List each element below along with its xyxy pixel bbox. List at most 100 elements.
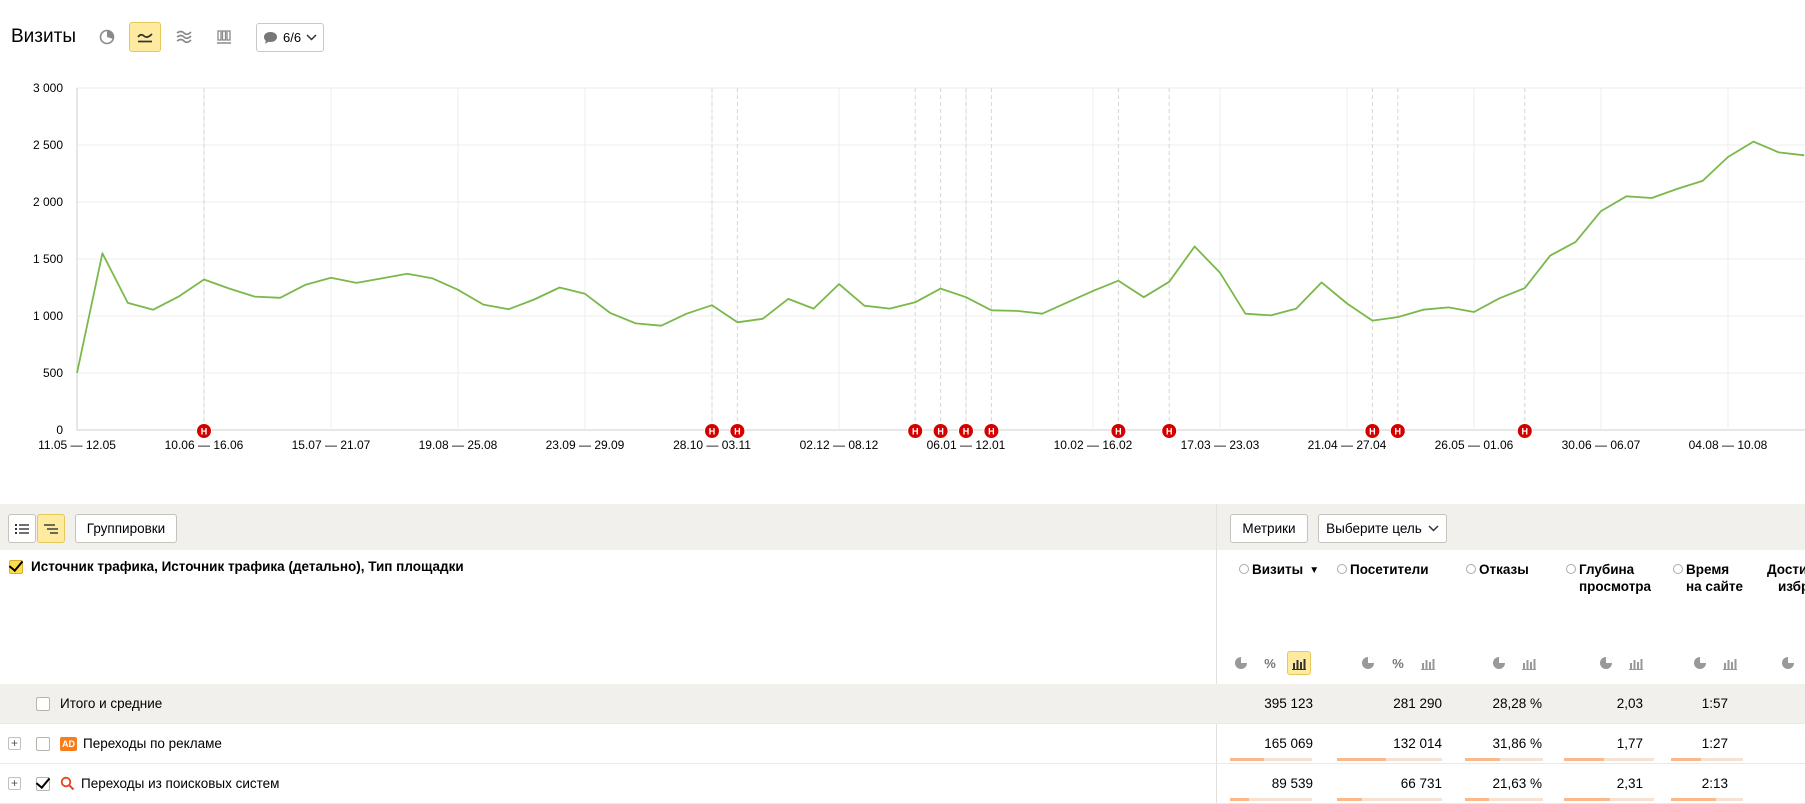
list-view-button[interactable] bbox=[8, 514, 36, 543]
select-all-checkbox[interactable] bbox=[9, 560, 23, 574]
pie-view-icon[interactable] bbox=[1356, 651, 1380, 675]
tree-icon bbox=[44, 523, 58, 535]
row-checkbox[interactable] bbox=[36, 777, 50, 791]
row-checkbox[interactable] bbox=[36, 697, 50, 711]
help-icon[interactable] bbox=[1566, 564, 1576, 574]
x-tick-label: 10.02 — 16.02 bbox=[1054, 438, 1133, 452]
row-label: Переходы по рекламе bbox=[83, 736, 222, 751]
percent-view-icon[interactable]: % bbox=[1258, 651, 1282, 675]
notes-count: 6/6 bbox=[283, 30, 301, 45]
annotation-marker-label: Н bbox=[709, 427, 716, 437]
cell-depth: 1,77 bbox=[1617, 736, 1643, 751]
report-toolbar bbox=[0, 504, 1805, 550]
row-checkbox[interactable] bbox=[36, 737, 50, 751]
pie-view-icon[interactable] bbox=[1487, 651, 1511, 675]
cell-time: 2:13 bbox=[1702, 776, 1728, 791]
ad-icon: AD bbox=[60, 737, 77, 751]
pie-view-icon[interactable] bbox=[1594, 651, 1618, 675]
help-icon[interactable] bbox=[1337, 564, 1347, 574]
table-row-total[interactable]: Итого и средние 395 123 281 290 28,28 % … bbox=[0, 684, 1805, 724]
row-label: Итого и средние bbox=[60, 696, 162, 711]
cell-visitors: 281 290 bbox=[1393, 696, 1442, 711]
annotation-marker-label: Н bbox=[912, 427, 919, 437]
column-header-depth[interactable]: Глубинапросмотра bbox=[1566, 561, 1651, 595]
cell-visitors: 132 014 bbox=[1393, 736, 1442, 751]
dimension-header-label: Источник трафика, Источник трафика (дета… bbox=[31, 559, 464, 574]
column-header-goals[interactable]: Достиизбр bbox=[1767, 561, 1805, 595]
stacked-area-button[interactable] bbox=[168, 22, 200, 52]
pie-view-icon[interactable] bbox=[1229, 651, 1253, 675]
tree-view-button[interactable] bbox=[37, 514, 65, 543]
sort-desc-icon: ▼ bbox=[1309, 562, 1319, 579]
bar-view-icon[interactable] bbox=[1718, 651, 1742, 675]
annotation-marker-label: Н bbox=[1522, 427, 1529, 437]
x-tick-label: 04.08 — 10.08 bbox=[1689, 438, 1768, 452]
chevron-down-icon bbox=[306, 34, 317, 41]
y-tick-label: 2 000 bbox=[33, 195, 63, 209]
cell-visits: 165 069 bbox=[1264, 736, 1313, 751]
bar-view-icon[interactable] bbox=[1416, 651, 1440, 675]
report-header: Визиты 6/6 bbox=[0, 0, 1805, 70]
cell-visitors: 66 731 bbox=[1401, 776, 1442, 791]
column-header-time[interactable]: Времяна сайте bbox=[1673, 561, 1743, 595]
share-bar-fill bbox=[1337, 798, 1362, 801]
x-tick-label: 17.03 — 23.03 bbox=[1181, 438, 1260, 452]
expand-button[interactable]: + bbox=[8, 777, 21, 790]
x-tick-label: 30.06 — 06.07 bbox=[1562, 438, 1641, 452]
x-tick-label: 10.06 — 16.06 bbox=[165, 438, 244, 452]
y-tick-label: 3 000 bbox=[33, 81, 63, 95]
bar-view-icon[interactable] bbox=[1624, 651, 1648, 675]
annotation-marker-label: Н bbox=[1115, 427, 1122, 437]
bar-chart-button[interactable] bbox=[208, 22, 240, 52]
x-tick-label: 02.12 — 08.12 bbox=[800, 438, 879, 452]
share-bar-fill bbox=[1230, 798, 1249, 801]
annotation-marker-label: Н bbox=[1166, 427, 1173, 437]
help-icon[interactable] bbox=[1673, 564, 1683, 574]
column-header-visits[interactable]: Визиты ▼ bbox=[1239, 561, 1319, 579]
groupings-button[interactable]: Группировки bbox=[75, 514, 177, 543]
chart-canvas: 3 0002 5002 0001 5001 000500011.05 — 12.… bbox=[0, 76, 1805, 456]
cell-bounces: 31,86 % bbox=[1492, 736, 1542, 751]
line-chart-icon bbox=[136, 30, 154, 44]
bar-chart-icon bbox=[216, 29, 232, 45]
bar-view-icon[interactable] bbox=[1517, 651, 1541, 675]
annotation-marker-label: Н bbox=[734, 427, 741, 437]
bar-view-icon[interactable] bbox=[1287, 651, 1311, 675]
annotation-marker-label: Н bbox=[1369, 427, 1376, 437]
visits-line-chart: 3 0002 5002 0001 5001 000500011.05 — 12.… bbox=[0, 76, 1805, 456]
annotation-marker-label: Н bbox=[1395, 427, 1402, 437]
cell-depth: 2,03 bbox=[1617, 696, 1643, 711]
column-header-bounces[interactable]: Отказы bbox=[1466, 561, 1529, 578]
help-icon[interactable] bbox=[1239, 564, 1249, 574]
share-bar-fill bbox=[1230, 758, 1264, 761]
goal-select[interactable]: Выберите цель bbox=[1318, 514, 1447, 543]
x-tick-label: 28.10 — 03.11 bbox=[673, 438, 751, 452]
expand-button[interactable]: + bbox=[8, 737, 21, 750]
stacked-area-icon bbox=[175, 29, 193, 45]
pie-chart-icon bbox=[99, 29, 115, 45]
share-bar-fill bbox=[1671, 798, 1716, 801]
x-tick-label: 06.01 — 12.01 bbox=[927, 438, 1006, 452]
pie-chart-button[interactable] bbox=[91, 22, 123, 52]
cell-visits: 89 539 bbox=[1272, 776, 1313, 791]
line-chart-button[interactable] bbox=[129, 22, 161, 52]
metrics-button[interactable]: Метрики bbox=[1230, 514, 1308, 543]
x-tick-label: 19.08 — 25.08 bbox=[419, 438, 498, 452]
pie-view-icon[interactable] bbox=[1688, 651, 1712, 675]
y-tick-label: 500 bbox=[43, 366, 63, 380]
goal-select-label: Выберите цель bbox=[1326, 521, 1422, 536]
x-tick-label: 23.09 — 29.09 bbox=[546, 438, 625, 452]
y-tick-label: 2 500 bbox=[33, 138, 63, 152]
notes-button[interactable]: 6/6 bbox=[256, 23, 324, 52]
share-bar-fill bbox=[1671, 758, 1701, 761]
x-tick-label: 21.04 — 27.04 bbox=[1308, 438, 1387, 452]
row-label: Переходы из поисковых систем bbox=[81, 776, 279, 791]
cell-bounces: 21,63 % bbox=[1492, 776, 1542, 791]
page-title: Визиты bbox=[11, 26, 76, 48]
pie-view-icon[interactable] bbox=[1776, 651, 1800, 675]
column-header-visitors[interactable]: Посетители bbox=[1337, 561, 1429, 578]
help-icon[interactable] bbox=[1466, 564, 1476, 574]
percent-view-icon[interactable]: % bbox=[1386, 651, 1410, 675]
search-engine-icon bbox=[60, 776, 75, 791]
share-bar-fill bbox=[1564, 798, 1610, 801]
